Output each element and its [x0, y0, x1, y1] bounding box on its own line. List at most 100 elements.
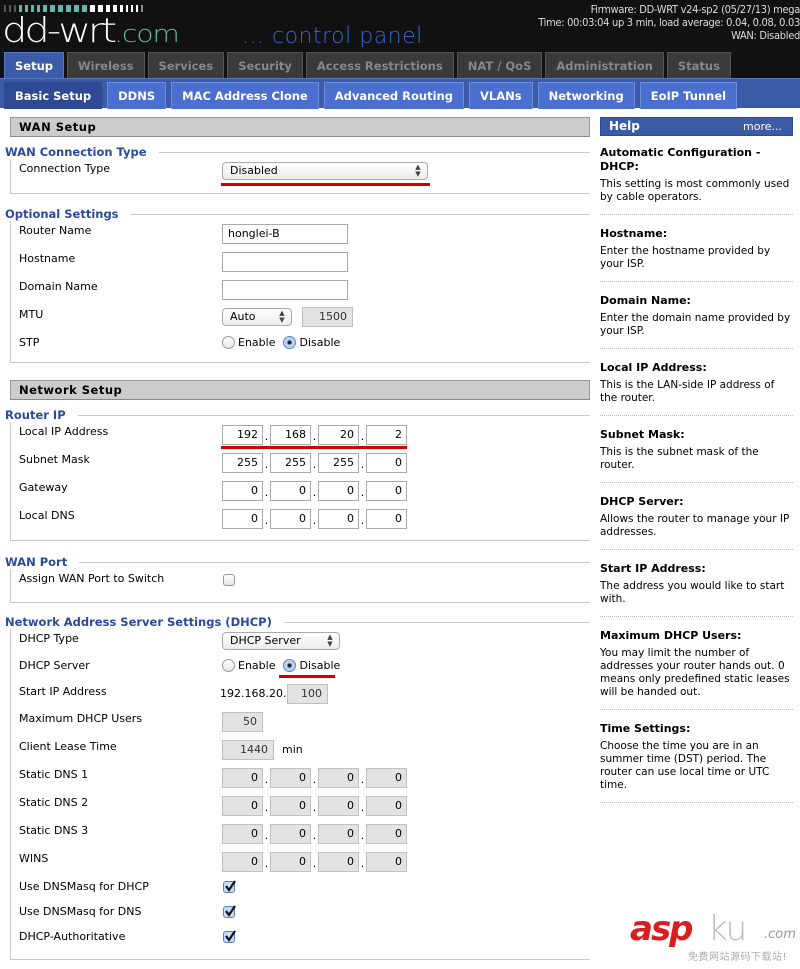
dhcp-legend: Network Address Server Settings (DHCP) — [5, 615, 284, 629]
ip-octet-2[interactable]: 0 — [270, 852, 311, 872]
checkmark-icon — [225, 930, 236, 942]
tab-setup[interactable]: Setup — [4, 52, 64, 78]
tab-security[interactable]: Security — [227, 52, 303, 78]
dhcp-disable-label[interactable]: Disable — [299, 659, 340, 672]
ip-octet-4[interactable]: 0 — [366, 768, 407, 788]
subtab-mac-address-clone[interactable]: MAC Address Clone — [171, 82, 319, 109]
ip-octet-1[interactable]: 0 — [222, 796, 263, 816]
ip-octet-3[interactable]: 0 — [318, 768, 359, 788]
ip-dot-separator: . — [264, 430, 269, 443]
mtu-value-input[interactable]: 1500 — [302, 307, 353, 327]
wins-input[interactable]: 0.0.0.0 — [222, 852, 407, 872]
dhcp-enable-radio[interactable] — [222, 659, 235, 672]
ip-octet-4[interactable]: 0 — [366, 453, 407, 473]
connection-type-select[interactable]: Disabled ▲ ▼ — [222, 162, 428, 180]
router-ip-legend: Router IP — [5, 408, 78, 422]
ip-octet-3[interactable]: 0 — [318, 852, 359, 872]
hostname-input[interactable] — [222, 252, 348, 272]
ddwrt-logo[interactable]: dd-wrt.com — [2, 14, 180, 51]
ip-octet-1[interactable]: 0 — [222, 852, 263, 872]
lease-time-input[interactable]: 1440 — [222, 740, 274, 760]
stp-enable-label[interactable]: Enable — [238, 336, 275, 349]
ip-octet-1[interactable]: 0 — [222, 509, 263, 529]
static-dns2-input[interactable]: 0.0.0.0 — [222, 796, 407, 816]
ip-octet-3[interactable]: 255 — [318, 453, 359, 473]
local-dns-input[interactable]: 0.0.0.0 — [222, 509, 407, 529]
ip-octet-2[interactable]: 0 — [270, 796, 311, 816]
ip-dot-separator: . — [264, 801, 269, 814]
ip-dot-separator: . — [264, 458, 269, 471]
dhcp-type-value: DHCP Server — [230, 634, 301, 647]
ip-octet-1[interactable]: 0 — [222, 824, 263, 844]
tab-wireless[interactable]: Wireless — [67, 52, 145, 78]
ip-octet-2[interactable]: 0 — [270, 509, 311, 529]
start-ip-input[interactable]: 100 — [287, 684, 328, 704]
tab-administration[interactable]: Administration — [545, 52, 664, 78]
dhcp-type-label: DHCP Type — [19, 632, 79, 645]
subtab-ddns[interactable]: DDNS — [107, 82, 167, 109]
dhcp-enable-label[interactable]: Enable — [238, 659, 275, 672]
help-item: Maximum DHCP Users: You may limit the num… — [600, 629, 793, 710]
ip-octet-4[interactable]: 2 — [366, 425, 407, 445]
router-name-input[interactable]: honglei-B — [222, 224, 348, 244]
mtu-mode-select[interactable]: Auto ▲ ▼ — [222, 308, 292, 326]
ip-octet-2[interactable]: 168 — [270, 425, 311, 445]
help-item-title: Local IP Address: — [600, 361, 707, 374]
ip-octet-4[interactable]: 0 — [366, 824, 407, 844]
gateway-input[interactable]: 0.0.0.0 — [222, 481, 407, 501]
checkmark-icon — [225, 905, 236, 917]
gateway-label: Gateway — [19, 481, 68, 494]
subtab-advanced-routing[interactable]: Advanced Routing — [323, 82, 464, 109]
ip-octet-4[interactable]: 0 — [366, 852, 407, 872]
ip-dot-separator: . — [264, 486, 269, 499]
subtab-eoip-tunnel[interactable]: EoIP Tunnel — [639, 82, 738, 109]
tab-status[interactable]: Status — [666, 52, 731, 78]
ip-dot-separator: . — [264, 829, 269, 842]
network-setup-heading: Network Setup — [10, 380, 590, 400]
tab-nat-qos[interactable]: NAT / QoS — [456, 52, 543, 78]
ip-octet-3[interactable]: 20 — [318, 425, 359, 445]
local-ip-input[interactable]: 192. 168. 20. 2 — [222, 425, 407, 445]
ip-dot-separator: . — [360, 486, 365, 499]
domain-name-input[interactable] — [222, 280, 348, 300]
stp-enable-radio[interactable] — [222, 336, 235, 349]
dhcp-type-select[interactable]: DHCP Server ▲ ▼ — [222, 632, 340, 650]
subtab-networking[interactable]: Networking — [537, 82, 635, 109]
ip-octet-3[interactable]: 0 — [318, 824, 359, 844]
help-panel: Help more... Automatic Configuration - D… — [600, 117, 793, 815]
help-more-link[interactable]: more... — [743, 118, 782, 135]
dhcp-disable-radio[interactable] — [283, 659, 297, 672]
ip-octet-1[interactable]: 0 — [222, 481, 263, 501]
subtab-vlans[interactable]: VLANs — [468, 82, 533, 109]
static-dns3-label: Static DNS 3 — [19, 824, 89, 837]
dhcp-authoritative-checkbox[interactable] — [223, 930, 236, 943]
static-dns3-input[interactable]: 0.0.0.0 — [222, 824, 407, 844]
ip-octet-2[interactable]: 0 — [270, 768, 311, 788]
stp-disable-label[interactable]: Disable — [299, 336, 340, 349]
ip-octet-4[interactable]: 0 — [366, 796, 407, 816]
ip-octet-1[interactable]: 192 — [222, 425, 263, 445]
ip-octet-2[interactable]: 0 — [270, 824, 311, 844]
subnet-mask-input[interactable]: 255. 255. 255. 0 — [222, 453, 407, 473]
static-dns1-input[interactable]: 0.0.0.0 — [222, 768, 407, 788]
ip-octet-3[interactable]: 0 — [318, 481, 359, 501]
ip-octet-2[interactable]: 0 — [270, 481, 311, 501]
dnsmasq-dhcp-label: Use DNSMasq for DHCP — [19, 880, 149, 893]
tab-services[interactable]: Services — [147, 52, 225, 78]
ip-octet-2[interactable]: 255 — [270, 453, 311, 473]
optional-settings-fieldset: Optional Settings Router Name honglei-B … — [5, 207, 590, 363]
max-dhcp-users-input[interactable]: 50 — [222, 712, 263, 732]
ip-octet-1[interactable]: 255 — [222, 453, 263, 473]
dnsmasq-dhcp-checkbox[interactable] — [223, 880, 236, 893]
dnsmasq-dns-checkbox[interactable] — [223, 905, 236, 918]
assign-wan-port-checkbox[interactable] — [223, 574, 235, 586]
subtab-basic-setup[interactable]: Basic Setup — [4, 82, 103, 109]
stp-disable-radio[interactable] — [283, 336, 297, 349]
ip-octet-4[interactable]: 0 — [366, 481, 407, 501]
stp-label: STP — [19, 336, 40, 349]
ip-octet-3[interactable]: 0 — [318, 509, 359, 529]
ip-octet-3[interactable]: 0 — [318, 796, 359, 816]
ip-octet-4[interactable]: 0 — [366, 509, 407, 529]
ip-octet-1[interactable]: 0 — [222, 768, 263, 788]
tab-access-restrictions[interactable]: Access Restrictions — [305, 52, 454, 78]
